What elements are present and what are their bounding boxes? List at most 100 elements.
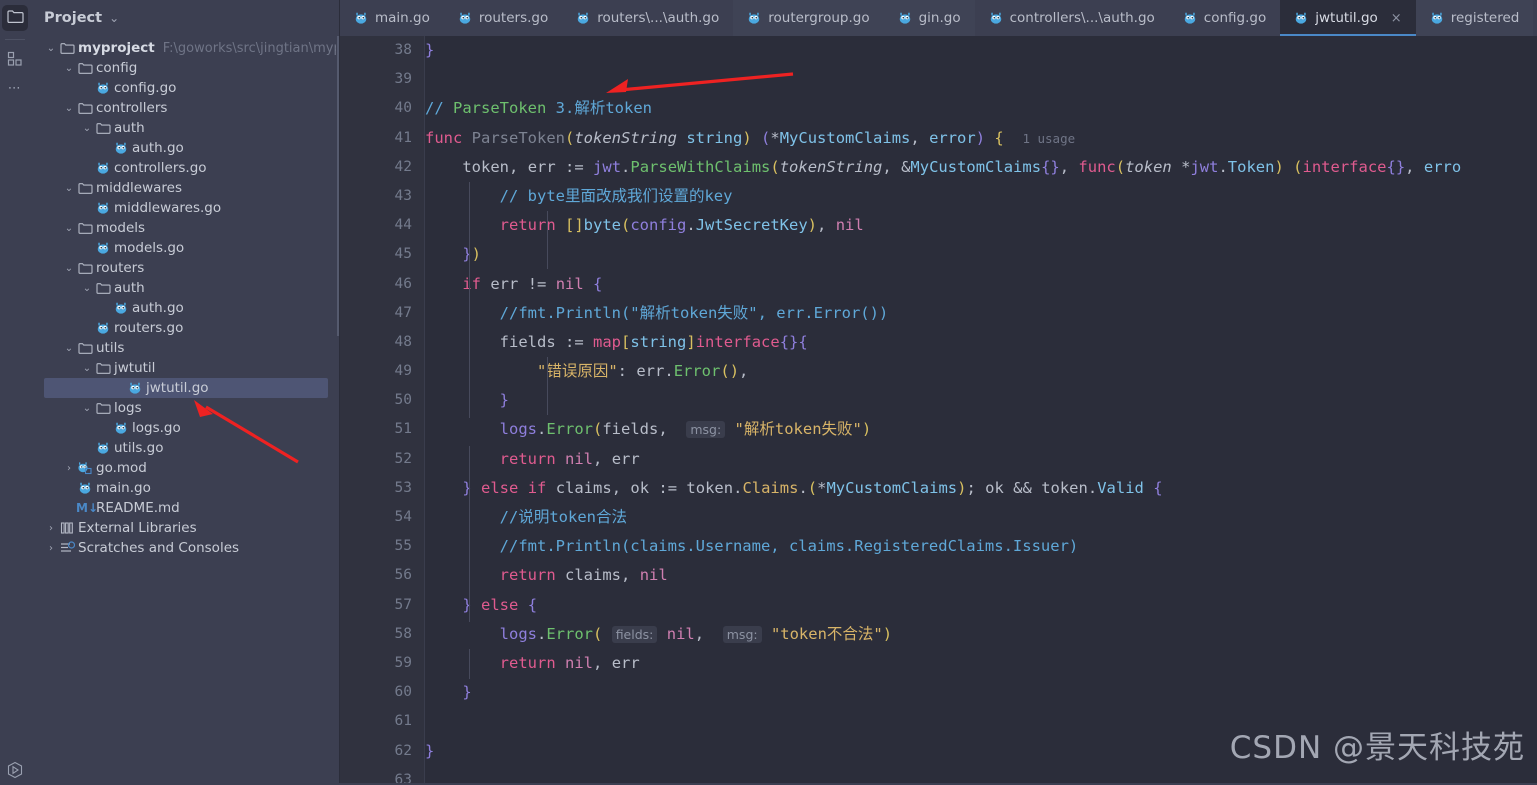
tree-item[interactable]: models.go (30, 238, 340, 258)
tree-item[interactable]: ⌄ jwtutil (30, 358, 340, 378)
code-line: logs.Error( fields: nil, msg: "token不合法"… (499, 624, 893, 643)
tree-item[interactable]: › Scratches and Consoles (30, 538, 340, 558)
editor-tab[interactable]: routergroup.go (733, 0, 884, 36)
line-number: 41 (394, 129, 412, 146)
tree-item[interactable]: ⌄ myproject F:\goworks\src\jingtian\myproj (30, 38, 340, 58)
tree-item[interactable]: main.go (30, 478, 340, 498)
tree-item-label: utils (96, 340, 125, 356)
structure-tool-window-button[interactable] (2, 48, 28, 74)
line-number: 46 (394, 275, 412, 292)
tree-item-label: auth (114, 120, 145, 136)
go-file-icon (94, 441, 112, 455)
tree-item[interactable]: logs.go (30, 418, 340, 438)
tree-item-label: config (96, 60, 138, 76)
code-line: } (425, 41, 435, 59)
usage-hint[interactable]: 1 usage (1022, 131, 1075, 146)
line-number: 44 (394, 217, 412, 234)
editor-tab[interactable]: config.go (1168, 0, 1281, 36)
tree-item[interactable]: utils.go (30, 438, 340, 458)
folder-icon (94, 122, 112, 135)
tree-item[interactable]: config.go (30, 78, 340, 98)
chevron-right-icon[interactable]: › (44, 543, 58, 554)
tree-item[interactable]: M↓ README.md (30, 498, 340, 518)
indent-guide (547, 211, 548, 269)
close-icon[interactable]: × (1391, 11, 1402, 26)
chevron-down-icon[interactable]: ⌄ (80, 283, 94, 294)
chevron-down-icon[interactable]: ⌄ (80, 123, 94, 134)
editor-tab[interactable]: registered (1415, 0, 1534, 36)
tree-item[interactable]: ⌄ logs (30, 398, 340, 418)
tree-item[interactable]: auth.go (30, 138, 340, 158)
chevron-down-icon[interactable]: ⌄ (62, 63, 76, 74)
editor-tab-label: config.go (1203, 10, 1267, 26)
tree-item[interactable]: › go.mod (30, 458, 340, 478)
code-content[interactable]: } // ParseToken 3.解析token func ParseToke… (425, 36, 1537, 785)
indent-guide (547, 357, 548, 415)
editor-tab[interactable]: controllers\...\auth.go (974, 0, 1169, 36)
go-file-icon (354, 11, 368, 25)
editor-tab[interactable]: main.go (340, 0, 444, 36)
chevron-right-icon[interactable]: › (62, 463, 76, 474)
chevron-down-icon[interactable]: ⌄ (62, 183, 76, 194)
chevron-down-icon[interactable]: ⌄ (62, 343, 76, 354)
go-file-icon (94, 321, 112, 335)
tree-item[interactable]: ⌄ config (30, 58, 340, 78)
chevron-right-icon[interactable]: › (44, 523, 58, 534)
tree-item[interactable]: ⌄ controllers (30, 98, 340, 118)
chevron-down-icon[interactable]: ⌄ (109, 11, 119, 25)
chevron-down-icon[interactable]: ⌄ (62, 223, 76, 234)
code-line: }) (462, 245, 482, 264)
chevron-down-icon[interactable]: ⌄ (80, 403, 94, 414)
project-tool-window-button[interactable] (2, 5, 28, 31)
tree-item[interactable]: ⌄ auth (30, 118, 340, 138)
more-dots-icon[interactable]: ⋯ (8, 82, 23, 95)
chevron-down-icon[interactable]: ⌄ (62, 263, 76, 274)
line-number: 47 (394, 304, 412, 321)
tree-item-selected[interactable]: jwtutil.go (44, 378, 328, 398)
tree-item-label: myproject (78, 40, 155, 56)
parameter-hint-msg: msg: (686, 421, 726, 439)
code-line: "错误原因": err.Error(), (536, 362, 749, 381)
chevron-down-icon[interactable]: ⌄ (44, 43, 58, 54)
tree-item[interactable]: ⌄ utils (30, 338, 340, 358)
tree-item[interactable]: controllers.go (30, 158, 340, 178)
tree-item[interactable]: ⌄ auth (30, 278, 340, 298)
tree-item[interactable]: ⌄ models (30, 218, 340, 238)
line-number: 62 (394, 742, 412, 759)
tree-item[interactable]: ⌄ middlewares (30, 178, 340, 198)
editor-tab[interactable]: routers.go (443, 0, 563, 36)
go-file-icon (94, 161, 112, 175)
editor-tab[interactable]: routers\...\auth.go (562, 0, 734, 36)
tree-item-label: auth.go (132, 300, 184, 316)
tree-item-label: Scratches and Consoles (78, 540, 240, 556)
tree-item[interactable]: routers.go (30, 318, 340, 338)
go-file-icon (94, 201, 112, 215)
code-line: // ParseToken 3.解析token (425, 99, 652, 118)
project-file-tree[interactable]: ⌄myprojectF:\goworks\src\jingtian\myproj… (30, 36, 340, 785)
editor-tab-label: registered (1450, 10, 1520, 26)
tree-item[interactable]: auth.go (30, 298, 340, 318)
editor-tab[interactable]: gin.go (883, 0, 975, 36)
editor-tab-active[interactable]: jwtutil.go × (1280, 0, 1417, 36)
gomod-icon (76, 461, 94, 475)
code-line: return nil, err (499, 449, 640, 468)
run-icon[interactable] (0, 761, 30, 779)
line-number: 45 (394, 246, 412, 263)
tree-item[interactable]: middlewares.go (30, 198, 340, 218)
chevron-down-icon[interactable]: ⌄ (80, 363, 94, 374)
go-file-icon (458, 11, 472, 25)
tree-item[interactable]: ⌄ routers (30, 258, 340, 278)
code-editor[interactable]: 38 39 40 41 42 43 44 45 46 47 48 49 50 51 52 53 54 55 56 57… (340, 36, 1537, 785)
line-number: 56 (394, 567, 412, 584)
code-line: logs.Error(fields, msg: "解析token失败") (499, 420, 872, 439)
line-number: 52 (394, 450, 412, 467)
chevron-down-icon[interactable]: ⌄ (62, 103, 76, 114)
project-panel-header[interactable]: Project ⌄ (30, 0, 340, 36)
indent-guide (469, 446, 470, 622)
editor-tab-bar[interactable]: main.go routers.go routers\...\auth.go rout… (340, 0, 1537, 36)
tree-item[interactable]: › External Libraries (30, 518, 340, 538)
tree-item-label: controllers.go (114, 160, 207, 176)
project-title: Project (44, 10, 103, 26)
